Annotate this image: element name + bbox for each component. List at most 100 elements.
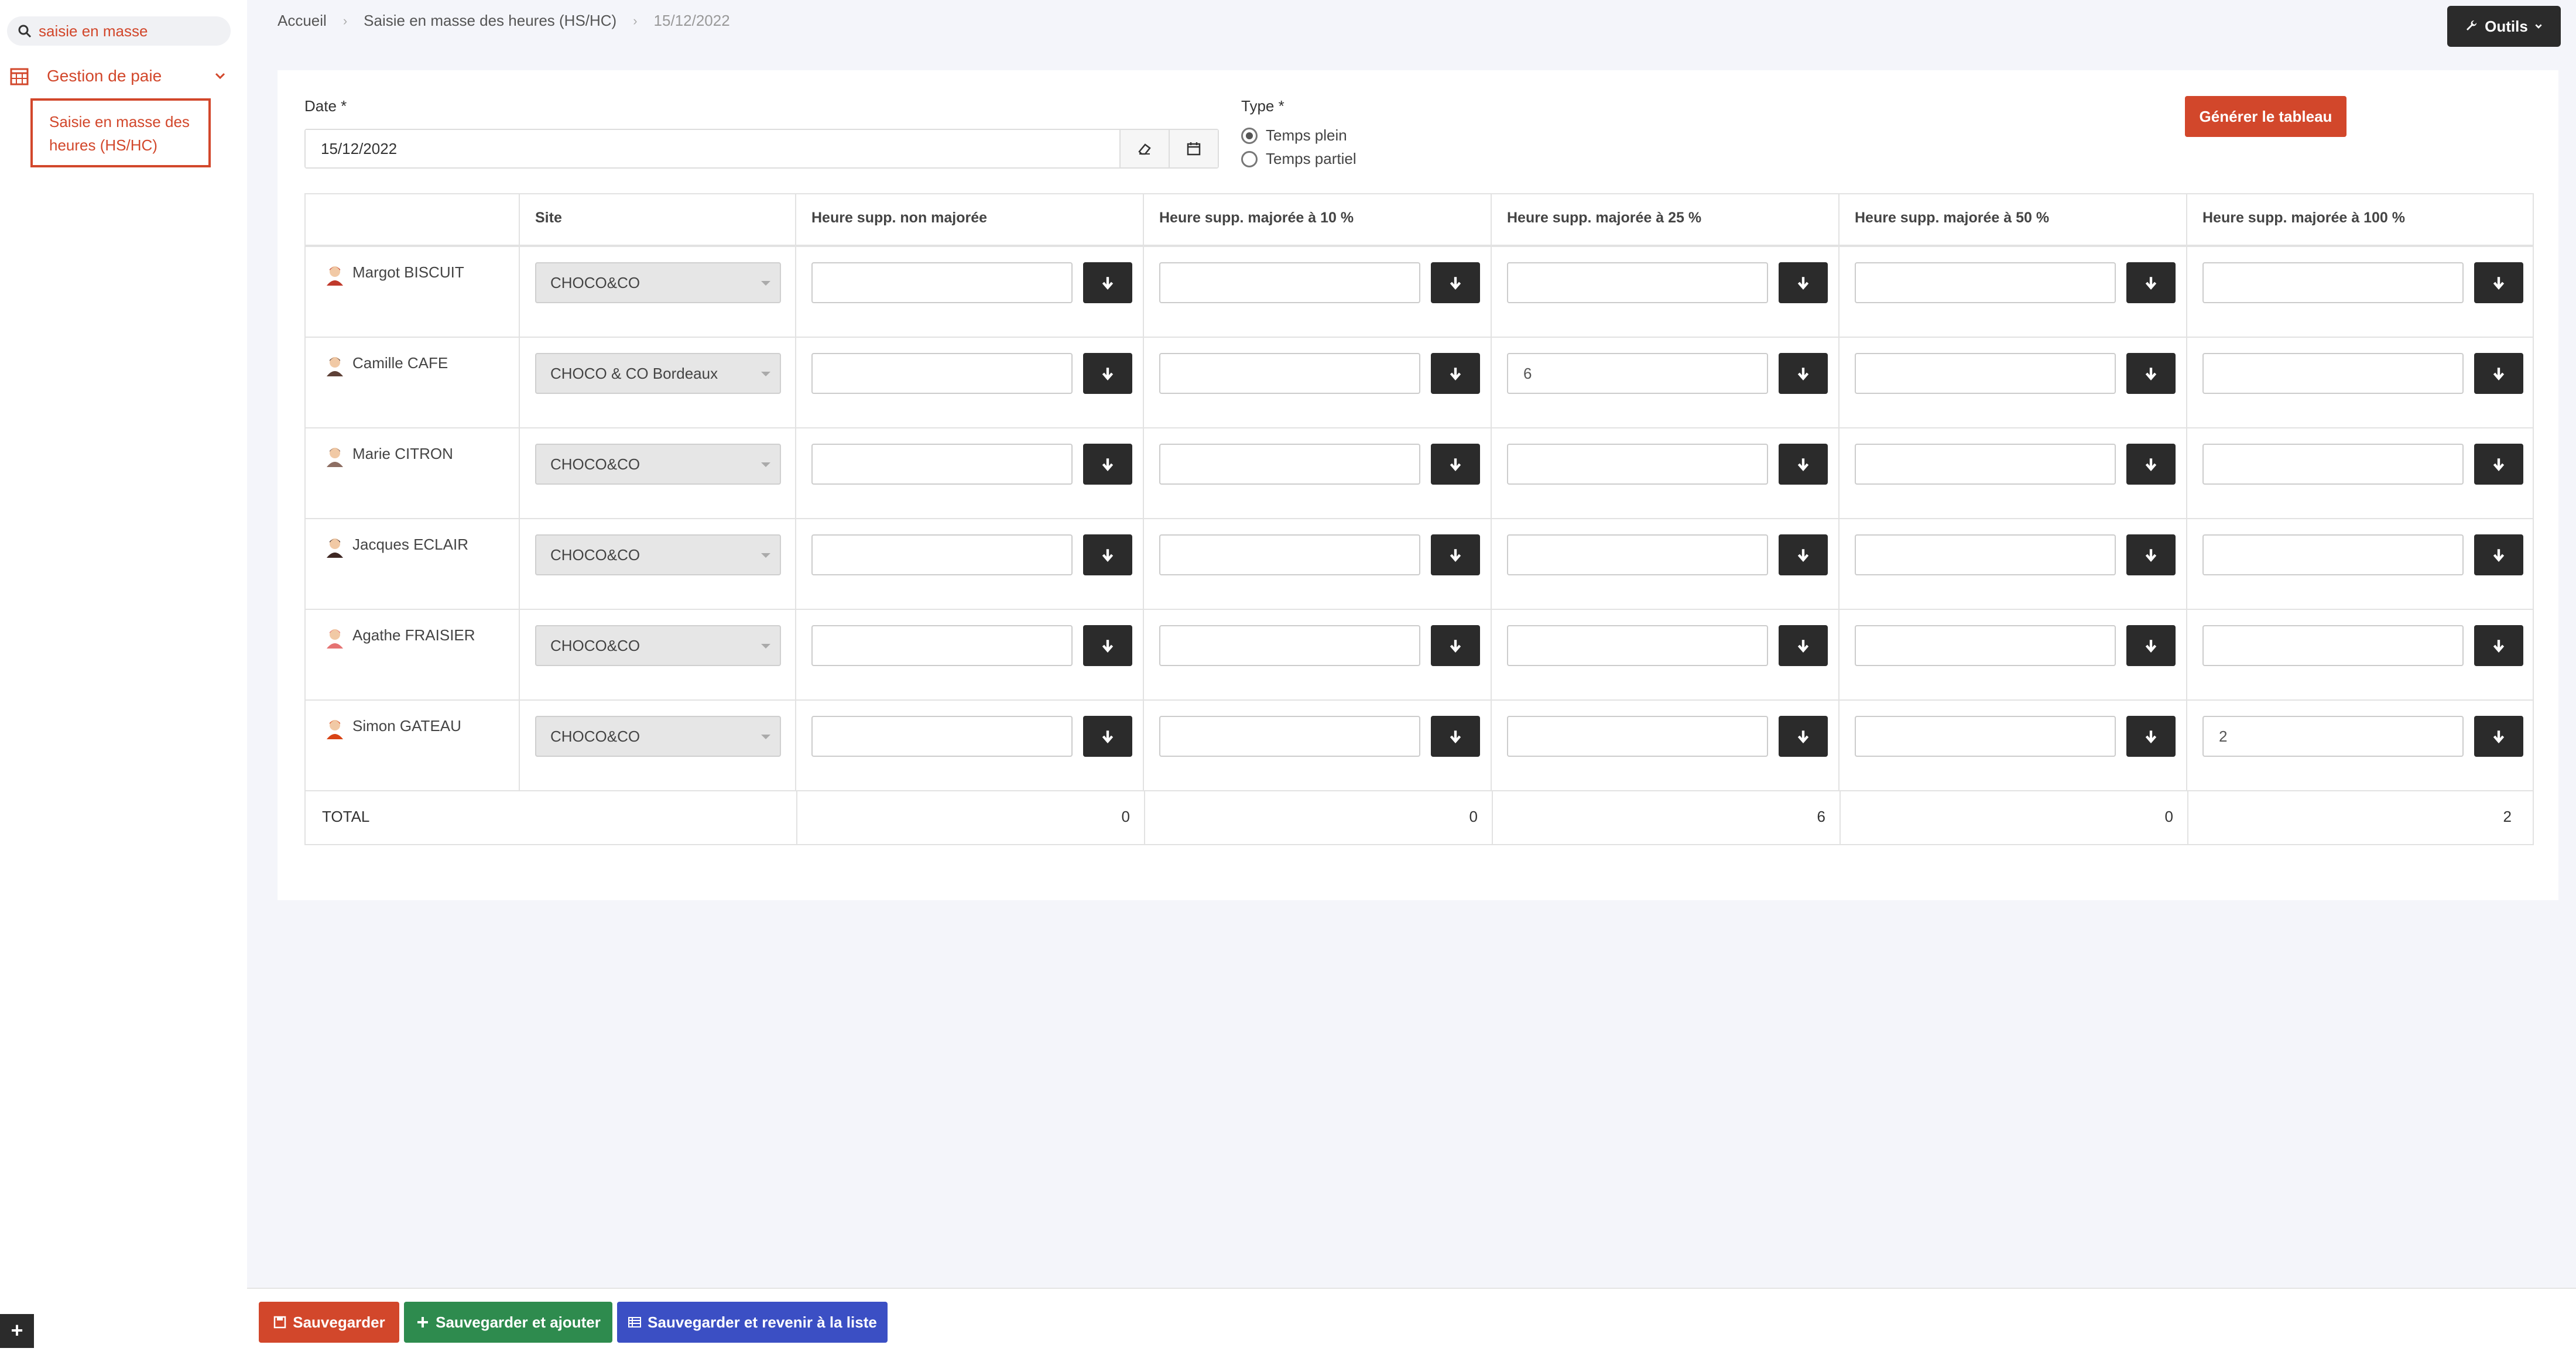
hours-input[interactable] [1507,262,1768,303]
radio-checked[interactable] [1241,127,1258,144]
clear-date-button[interactable] [1119,130,1169,167]
copy-down-button[interactable] [1083,444,1132,485]
copy-down-button[interactable] [2126,262,2176,303]
copy-down-button[interactable] [1431,444,1480,485]
copy-down-button[interactable] [2126,353,2176,394]
hours-cell [1492,610,1839,699]
hours-input[interactable] [811,444,1073,485]
hours-input[interactable] [1855,262,2116,303]
copy-down-button[interactable] [1083,353,1132,394]
sidebar-search[interactable] [7,16,231,46]
copy-down-button[interactable] [2474,625,2523,666]
type-option-full-time[interactable]: Temps plein [1241,126,1347,145]
hours-input[interactable] [1855,534,2116,575]
copy-down-button[interactable] [2126,625,2176,666]
copy-down-button[interactable] [1083,262,1132,303]
copy-down-button[interactable] [1779,262,1828,303]
site-select[interactable]: CHOCO&CO [535,444,781,485]
copy-down-button[interactable] [2474,534,2523,575]
copy-down-button[interactable] [2474,262,2523,303]
search-icon [18,25,32,38]
copy-down-button[interactable] [1431,262,1480,303]
arrow-down-icon [1102,277,1114,290]
sidebar-group-payroll[interactable]: Gestion de paie [9,63,227,89]
hours-input[interactable] [811,353,1073,394]
type-option-part-time[interactable]: Temps partiel [1241,150,1356,168]
copy-down-button[interactable] [1083,716,1132,757]
breadcrumb-section[interactable]: Saisie en masse des heures (HS/HC) [364,12,616,30]
save-and-add-button[interactable]: Sauvegarder et ajouter [404,1302,612,1343]
hours-input[interactable] [1159,716,1420,757]
hours-input[interactable] [2202,444,2464,485]
hours-input[interactable] [1507,625,1768,666]
hours-input[interactable] [1159,262,1420,303]
hours-input[interactable] [811,716,1073,757]
copy-down-button[interactable] [1779,444,1828,485]
copy-down-button[interactable] [1431,716,1480,757]
hours-input[interactable] [1159,353,1420,394]
hours-input[interactable] [1855,444,2116,485]
copy-down-button[interactable] [1779,716,1828,757]
copy-down-button[interactable] [2474,353,2523,394]
hours-cell [1839,247,2187,337]
hours-input[interactable] [2202,716,2464,757]
hours-input[interactable] [811,262,1073,303]
site-select[interactable]: CHOCO & CO Bordeaux [535,353,781,394]
hours-input[interactable] [811,625,1073,666]
copy-down-button[interactable] [1083,625,1132,666]
date-field [304,129,1219,169]
hours-input[interactable] [1855,625,2116,666]
breadcrumb-home[interactable]: Accueil [278,12,327,30]
site-select[interactable]: CHOCO&CO [535,262,781,303]
radio-unchecked[interactable] [1241,150,1258,167]
copy-down-button[interactable] [2126,444,2176,485]
copy-down-button[interactable] [1431,534,1480,575]
copy-down-button[interactable] [1779,353,1828,394]
hours-input[interactable] [1507,444,1768,485]
hours-cell [1144,338,1492,427]
hours-input[interactable] [811,534,1073,575]
hours-input[interactable] [1855,716,2116,757]
copy-down-button[interactable] [2126,534,2176,575]
site-select[interactable]: CHOCO&CO [535,716,781,757]
avatar [327,266,343,286]
save-button[interactable]: Sauvegarder [259,1302,399,1343]
header-25: Heure supp. majorée à 25 % [1492,194,1839,245]
hours-cell [796,338,1144,427]
hours-input[interactable] [1507,353,1768,394]
hours-input[interactable] [2202,353,2464,394]
site-select[interactable]: CHOCO&CO [535,625,781,666]
hours-input[interactable] [1507,716,1768,757]
hours-cell [1144,247,1492,337]
hours-input[interactable] [1159,444,1420,485]
copy-down-button[interactable] [2474,444,2523,485]
total-value: 0 [1841,791,2188,844]
copy-down-button[interactable] [2474,716,2523,757]
copy-down-button[interactable] [1431,625,1480,666]
tools-button[interactable]: Outils [2447,6,2561,47]
generate-table-button[interactable]: Générer le tableau [2185,96,2347,137]
hours-input[interactable] [2202,534,2464,575]
hours-input[interactable] [1855,353,2116,394]
hours-input[interactable] [1507,534,1768,575]
hours-cell [796,247,1144,337]
hours-input[interactable] [2202,262,2464,303]
total-value: 0 [1145,791,1493,844]
arrow-down-icon [2145,277,2157,290]
calendar-button[interactable] [1169,130,1218,167]
copy-down-button[interactable] [1779,625,1828,666]
copy-down-button[interactable] [1779,534,1828,575]
copy-down-button[interactable] [1431,353,1480,394]
site-select[interactable]: CHOCO&CO [535,534,781,575]
sidebar-search-input[interactable] [39,22,214,40]
add-button[interactable]: + [0,1314,34,1348]
copy-down-button[interactable] [1083,534,1132,575]
hours-input[interactable] [1159,625,1420,666]
hours-input[interactable] [2202,625,2464,666]
save-and-back-button[interactable]: Sauvegarder et revenir à la liste [617,1302,888,1343]
date-input[interactable] [306,130,1119,167]
sidebar-item-bulk-hours[interactable]: Saisie en masse des heures (HS/HC) [30,98,211,167]
caret-down-icon [761,553,770,558]
copy-down-button[interactable] [2126,716,2176,757]
hours-input[interactable] [1159,534,1420,575]
